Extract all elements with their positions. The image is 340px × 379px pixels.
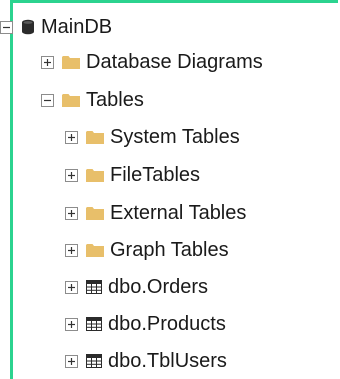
tree-node-dbo-tblusers[interactable]: dbo.TblUsers <box>65 342 227 379</box>
object-explorer: MainDB Database Diagrams Tables System T… <box>0 0 340 379</box>
collapse-icon[interactable] <box>41 93 54 107</box>
expand-icon[interactable] <box>41 55 54 69</box>
tree-node-label: External Tables <box>110 202 247 224</box>
object-explorer-tree: MainDB Database Diagrams Tables System T… <box>0 0 340 379</box>
tree-node-tables[interactable]: Tables <box>41 81 144 119</box>
tree-node-graph-tables[interactable]: Graph Tables <box>65 231 229 269</box>
tree-node-filetables[interactable]: FileTables <box>65 156 200 194</box>
tree-node-label: Graph Tables <box>110 239 229 261</box>
database-icon <box>21 19 35 35</box>
collapse-icon[interactable] <box>0 20 13 34</box>
expand-icon[interactable] <box>65 243 78 257</box>
expand-icon[interactable] <box>65 280 78 294</box>
tree-node-label: Database Diagrams <box>86 51 263 73</box>
expand-icon[interactable] <box>65 206 78 220</box>
tree-node-label: dbo.TblUsers <box>108 350 227 372</box>
folder-icon <box>62 93 80 107</box>
expand-icon[interactable] <box>65 130 78 144</box>
folder-icon <box>86 168 104 182</box>
tree-node-dbo-orders[interactable]: dbo.Orders <box>65 268 208 306</box>
expand-icon[interactable] <box>65 168 78 182</box>
folder-icon <box>86 206 104 220</box>
tree-node-maindb[interactable]: MainDB <box>0 8 112 46</box>
tree-node-label: dbo.Products <box>108 313 226 335</box>
expand-icon[interactable] <box>65 317 78 331</box>
folder-icon <box>86 243 104 257</box>
tree-node-label: MainDB <box>41 16 113 38</box>
tree-node-label: FileTables <box>110 164 201 186</box>
table-icon <box>86 354 102 368</box>
tree-node-database-diagrams[interactable]: Database Diagrams <box>41 43 263 81</box>
expand-icon[interactable] <box>65 354 78 368</box>
folder-icon <box>86 130 104 144</box>
tree-node-label: dbo.Orders <box>108 276 209 298</box>
tree-node-label: Tables <box>86 89 144 111</box>
tree-node-label: System Tables <box>110 126 240 148</box>
folder-icon <box>62 55 80 69</box>
tree-node-external-tables[interactable]: External Tables <box>65 194 246 232</box>
tree-node-system-tables[interactable]: System Tables <box>65 118 240 156</box>
table-icon <box>86 280 102 294</box>
tree-node-dbo-products[interactable]: dbo.Products <box>65 305 226 343</box>
table-icon <box>86 317 102 331</box>
